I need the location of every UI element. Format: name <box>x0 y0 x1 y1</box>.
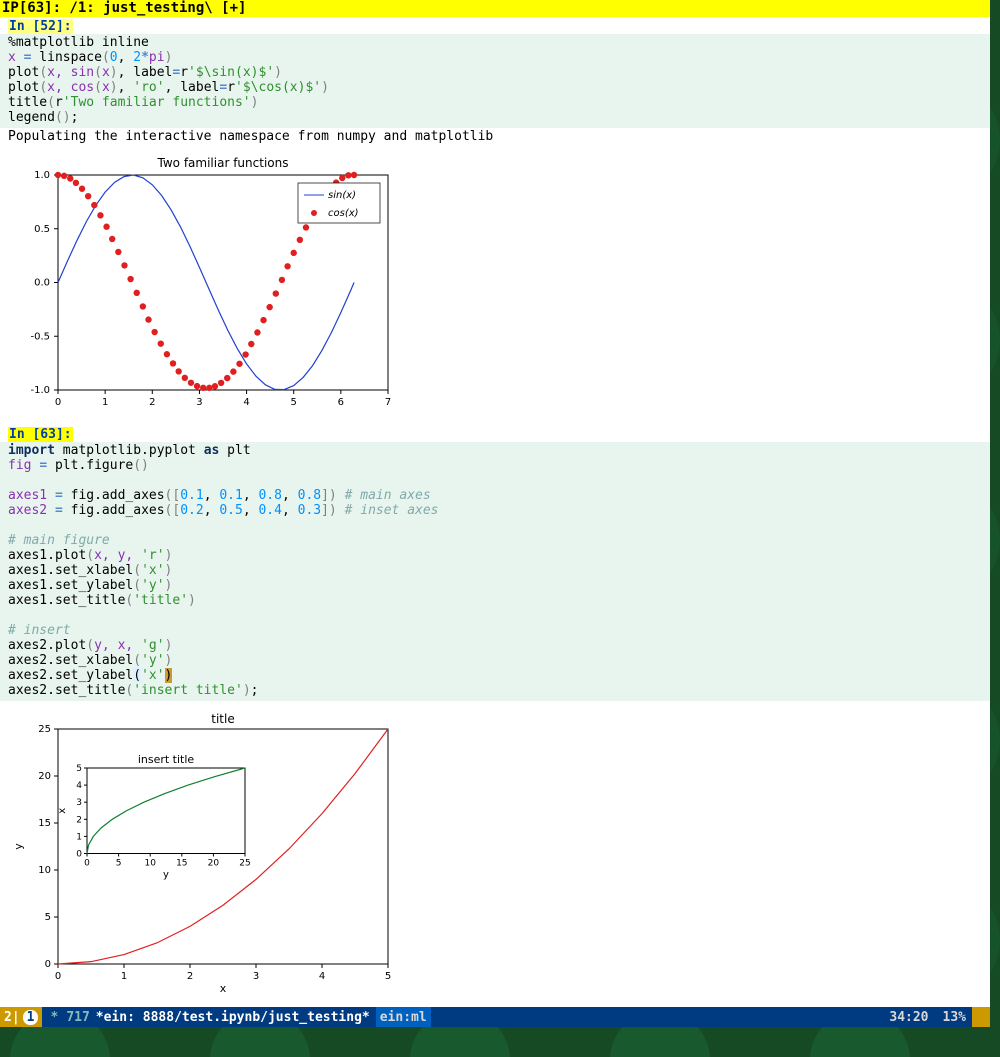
svg-text:3: 3 <box>196 397 202 408</box>
svg-text:1.0: 1.0 <box>34 170 50 181</box>
svg-text:-0.5: -0.5 <box>30 331 50 342</box>
svg-text:4: 4 <box>319 971 325 982</box>
svg-text:cos(x): cos(x) <box>328 208 359 219</box>
svg-text:25: 25 <box>239 859 250 869</box>
svg-text:3: 3 <box>76 798 82 808</box>
svg-text:4: 4 <box>76 781 82 791</box>
chart-title-with-inset: 0 1 2 3 4 5 0 5 10 15 20 25 title x y 0 5 10 15 20 25 0 1 2 3 4 5 i… <box>8 711 403 996</box>
svg-text:6: 6 <box>338 397 344 408</box>
cell-63-plot: 0 1 2 3 4 5 0 5 10 15 20 25 title x y 0 5 10 15 20 25 0 1 2 3 4 5 i… <box>0 701 990 1006</box>
svg-text:2: 2 <box>76 815 82 825</box>
modeline-left-badge: 2|1 <box>0 1007 42 1027</box>
svg-text:7: 7 <box>385 397 391 408</box>
svg-text:Two familiar functions: Two familiar functions <box>157 156 289 170</box>
cell-52-stdout: Populating the interactive namespace fro… <box>0 128 990 145</box>
svg-text:0.0: 0.0 <box>34 278 50 289</box>
svg-text:title: title <box>211 712 234 726</box>
chart-two-familiar-functions: 0 1 2 3 4 5 6 7 -1.0 -0.5 0.0 0.5 1.0 Two familiar fu… <box>8 155 398 415</box>
cell-63-prompt: In [63]: <box>8 427 73 442</box>
svg-text:0: 0 <box>84 859 90 869</box>
svg-text:0: 0 <box>55 397 61 408</box>
modeline-right-badge <box>972 1007 990 1027</box>
modeline-cursor-pos: 34:20 <box>889 1010 942 1025</box>
svg-text:20: 20 <box>208 859 220 869</box>
svg-text:25: 25 <box>38 724 51 735</box>
modeline-scroll-pct: 13% <box>943 1010 972 1025</box>
cell-63-code[interactable]: import matplotlib.pyplot as plt fig = pl… <box>0 442 990 701</box>
svg-text:5: 5 <box>385 971 391 982</box>
svg-text:insert title: insert title <box>138 753 195 766</box>
modeline-modified-icon: * <box>42 1010 66 1025</box>
window-title: IP[63]: /1: just_testing\ [+] <box>0 0 990 17</box>
modeline-buffer-name: *ein: 8888/test.ipynb/just_testing* <box>90 1010 376 1025</box>
modeline-line-count: 717 <box>66 1010 89 1025</box>
cell-52-code[interactable]: %matplotlib inline x = linspace(0, 2*pi)… <box>0 34 990 128</box>
svg-text:10: 10 <box>144 859 156 869</box>
cell-52-plot: 0 1 2 3 4 5 6 7 -1.0 -0.5 0.0 0.5 1.0 Two familiar fu… <box>0 145 990 425</box>
mode-line[interactable]: 2|1 * 717 *ein: 8888/test.ipynb/just_tes… <box>0 1007 990 1027</box>
svg-text:1: 1 <box>102 397 108 408</box>
svg-text:y: y <box>163 870 169 881</box>
svg-text:0: 0 <box>76 850 82 860</box>
svg-text:5: 5 <box>45 912 51 923</box>
svg-text:0: 0 <box>45 959 51 970</box>
svg-text:5: 5 <box>116 859 122 869</box>
cell-52[interactable]: In [52]: %matplotlib inline x = linspace… <box>0 17 990 425</box>
svg-text:y: y <box>12 843 25 850</box>
cell-52-prompt: In [52]: <box>8 19 73 34</box>
svg-text:x: x <box>220 982 227 995</box>
svg-text:3: 3 <box>253 971 259 982</box>
modeline-major-mode: ein:ml <box>376 1007 431 1027</box>
svg-text:-1.0: -1.0 <box>30 385 50 396</box>
svg-text:15: 15 <box>176 859 187 869</box>
svg-text:10: 10 <box>38 865 51 876</box>
svg-text:0: 0 <box>55 971 61 982</box>
svg-text:5: 5 <box>291 397 297 408</box>
svg-text:1: 1 <box>121 971 127 982</box>
svg-text:15: 15 <box>38 818 51 829</box>
svg-text:5: 5 <box>76 764 82 774</box>
svg-text:4: 4 <box>243 397 249 408</box>
svg-text:sin(x): sin(x) <box>328 190 356 201</box>
svg-text:2: 2 <box>187 971 193 982</box>
svg-text:0.5: 0.5 <box>34 224 50 235</box>
svg-text:2: 2 <box>149 397 155 408</box>
cell-63[interactable]: In [63]: import matplotlib.pyplot as plt… <box>0 425 990 1006</box>
svg-text:20: 20 <box>38 771 51 782</box>
editor-frame: IP[63]: /1: just_testing\ [+] In [52]: %… <box>0 0 990 1027</box>
svg-text:x: x <box>57 808 68 814</box>
svg-text:1: 1 <box>76 832 82 842</box>
